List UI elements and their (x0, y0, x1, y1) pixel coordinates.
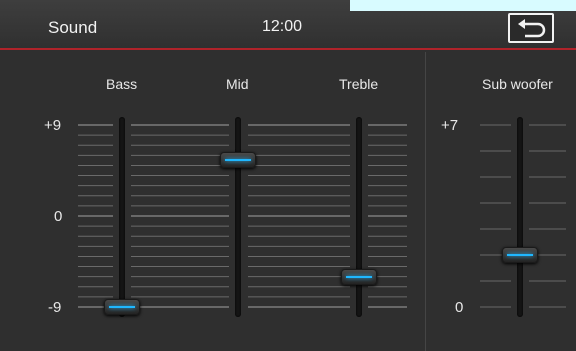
band-label-bass: Bass (106, 76, 138, 92)
subwoofer-min-label: 0 (455, 299, 464, 316)
subwoofer-label: Sub woofer (482, 76, 553, 92)
slider-track-subwoofer (517, 117, 523, 317)
slider-thumb-treble[interactable] (341, 268, 377, 285)
slider-thumb-mid[interactable] (220, 152, 256, 169)
slider-track-bass (119, 117, 125, 317)
slider-thumb-bass[interactable] (104, 299, 140, 315)
tick-marks (78, 124, 566, 308)
band-label-treble: Treble (339, 76, 379, 92)
slider-thumb-subwoofer[interactable] (502, 247, 538, 263)
scale-min-label: -9 (48, 299, 62, 316)
slider-track-mid (235, 117, 241, 317)
subwoofer-max-label: +7 (441, 117, 459, 134)
slider-track-treble (356, 117, 362, 317)
band-label-mid: Mid (226, 76, 249, 92)
scale-mid-label: 0 (54, 208, 63, 225)
scale-max-label: +9 (44, 117, 62, 134)
